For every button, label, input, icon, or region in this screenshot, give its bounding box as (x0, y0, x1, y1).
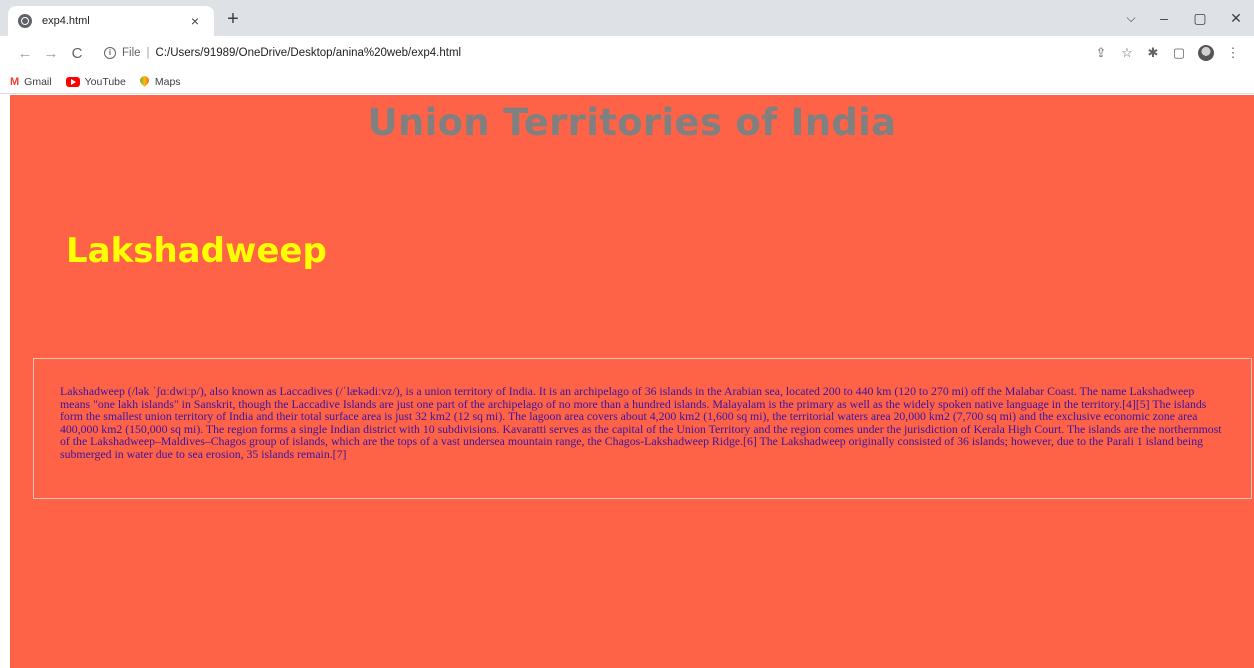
reload-button[interactable]: C (64, 45, 90, 62)
gmail-icon: M (10, 75, 20, 88)
address-scheme: File (122, 47, 141, 59)
bookmark-maps[interactable]: Maps (140, 76, 181, 88)
tab-title: exp4.html (42, 15, 90, 27)
browser-toolbar: ← → C i File | C:/Users/91989/OneDrive/D… (0, 36, 1254, 70)
address-separator: | (146, 47, 150, 59)
star-icon[interactable]: ☆ (1114, 45, 1140, 61)
share-icon[interactable]: ⇪ (1088, 45, 1114, 61)
new-tab-button[interactable]: + (222, 9, 244, 31)
forward-button[interactable]: → (38, 45, 64, 62)
close-window-button[interactable]: ✕ (1218, 10, 1254, 27)
tab-strip: exp4.html × + ⌵ – ▢ ✕ (0, 0, 1254, 36)
youtube-icon (65, 76, 80, 87)
toolbar-actions: ⇪ ☆ ✱ ▢ ⋮ (1088, 36, 1246, 70)
extensions-icon[interactable]: ✱ (1140, 45, 1166, 61)
bookmark-youtube[interactable]: YouTube (65, 75, 126, 88)
back-button[interactable]: ← (12, 45, 38, 62)
bookmark-label: YouTube (84, 75, 126, 88)
page-viewport: Union Territories of India Lakshadweep L… (10, 95, 1254, 668)
tab-search-button[interactable]: ⌵ (1116, 11, 1146, 26)
maps-icon (140, 76, 149, 88)
address-bar[interactable]: i File | C:/Users/91989/OneDrive/Desktop… (104, 41, 1084, 65)
bookmark-gmail[interactable]: M Gmail (10, 76, 52, 88)
browser-tab[interactable]: exp4.html × (8, 6, 214, 36)
window-controls: ⌵ – ▢ ✕ (1116, 0, 1254, 36)
minimize-button[interactable]: – (1146, 10, 1182, 26)
globe-icon (18, 14, 32, 28)
page-title: Union Territories of India (367, 101, 897, 144)
sidepanel-icon[interactable]: ▢ (1166, 45, 1192, 61)
paragraph-text: Lakshadweep (/lək ˈʃɑːdwiːp/), also know… (60, 384, 1222, 461)
profile-icon[interactable] (1198, 45, 1214, 61)
restore-button[interactable]: ▢ (1182, 10, 1218, 27)
info-icon[interactable]: i (104, 47, 116, 59)
section-heading: Lakshadweep (66, 231, 327, 271)
bookmark-label: Maps (154, 75, 181, 88)
bookmark-label: Gmail (24, 75, 52, 88)
menu-icon[interactable]: ⋮ (1220, 45, 1246, 61)
bookmarks-bar: M Gmail YouTube Maps (0, 70, 1254, 94)
address-url[interactable]: C:/Users/91989/OneDrive/Desktop/anina%20… (156, 47, 462, 59)
content-box: Lakshadweep (/lək ˈʃɑːdwiːp/), also know… (33, 358, 1252, 499)
tab-close-button[interactable]: × (186, 13, 204, 29)
